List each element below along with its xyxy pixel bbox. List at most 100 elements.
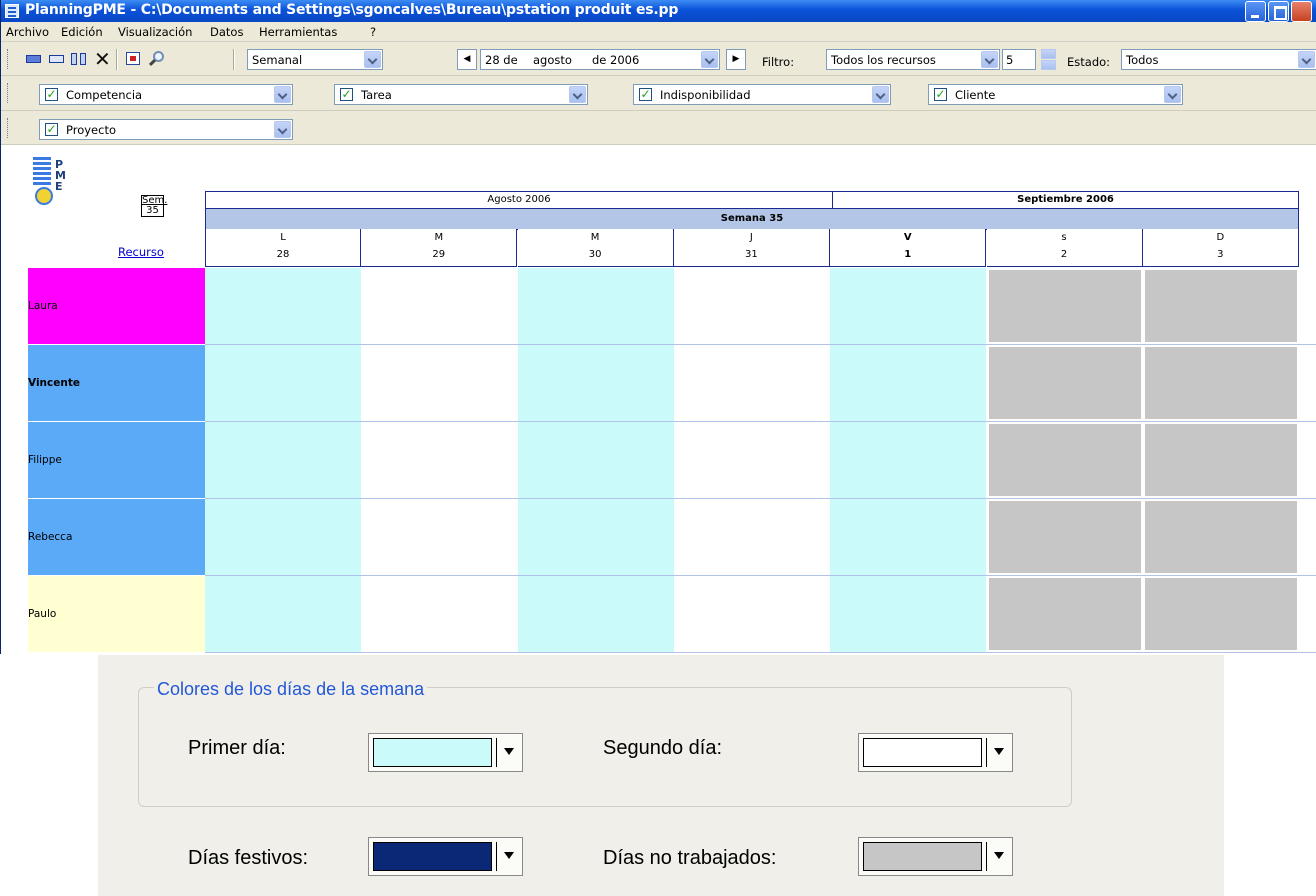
next-date-button[interactable]: ▶ [726,49,746,70]
add-task-icon[interactable] [25,51,43,67]
resource-cell[interactable]: Rebecca [28,499,205,575]
chevron-down-icon[interactable] [274,86,291,103]
schedule-slot[interactable] [830,422,987,498]
properties-icon[interactable] [125,51,143,67]
schedule-slot[interactable] [830,499,987,575]
filter-resources-select[interactable]: Todos los recursos [826,49,1000,70]
schedule-slot[interactable] [361,422,518,498]
menu-datos[interactable]: Datos [210,25,243,39]
schedule-slot[interactable] [517,268,674,344]
schedule-slot[interactable] [673,576,830,652]
search-icon[interactable] [148,51,166,67]
proyecto-filter[interactable]: ✓ Proyecto [39,119,293,140]
schedule-slot[interactable] [517,499,674,575]
schedule-slot[interactable] [1142,499,1299,575]
chevron-down-icon[interactable] [364,51,381,68]
schedule-slot[interactable] [517,422,674,498]
schedule-slot[interactable] [986,268,1143,344]
schedule-slot[interactable] [673,499,830,575]
schedule-slot[interactable] [673,268,830,344]
checkbox-checked-icon[interactable]: ✓ [340,88,353,101]
chevron-down-icon[interactable] [1298,51,1315,68]
day-header: D3 [1142,229,1299,267]
dias-festivos-color-picker[interactable] [368,837,523,876]
schedule-slot[interactable] [1142,345,1299,421]
toolbar-grip[interactable] [7,83,10,103]
menu-help[interactable]: ? [370,25,376,39]
checkbox-checked-icon[interactable]: ✓ [45,88,58,101]
toolbar-grip[interactable] [7,118,10,138]
checkbox-checked-icon[interactable]: ✓ [45,123,58,136]
sem-number[interactable]: 35 [142,206,163,216]
dropdown-arrow-icon[interactable] [504,748,514,755]
dropdown-arrow-icon[interactable] [994,852,1004,859]
recurso-link[interactable]: Recurso [118,245,164,259]
view-mode-select[interactable]: Semanal [247,49,383,70]
week-navigator[interactable]: Sem. 35 [141,195,167,217]
menu-herramientas[interactable]: Herramientas [259,25,337,39]
dias-no-trabajados-color-picker[interactable] [858,837,1013,876]
count-spin-arrows[interactable] [1041,49,1056,70]
month-header-agosto: Agosto 2006 [205,191,833,209]
primer-dia-color-picker[interactable] [368,733,523,772]
schedule-slot[interactable] [830,576,987,652]
split-task-icon[interactable] [71,51,89,67]
schedule-slot[interactable] [361,345,518,421]
schedule-slot[interactable] [1142,422,1299,498]
dropdown-arrow-icon[interactable] [994,748,1004,755]
schedule-slot[interactable] [205,422,361,498]
date-picker[interactable]: 28 de agosto de 2006 [480,49,720,70]
menu-archivo[interactable]: Archivo [6,25,49,39]
schedule-slot[interactable] [986,422,1143,498]
maximize-button[interactable] [1268,1,1289,22]
resource-cell[interactable]: Filippe [28,422,205,498]
schedule-slot[interactable] [517,576,674,652]
schedule-slot[interactable] [205,268,361,344]
dropdown-arrow-icon[interactable] [504,852,514,859]
schedule-slot[interactable] [986,576,1143,652]
chevron-down-icon[interactable] [872,86,889,103]
month-header-septiembre: Septiembre 2006 [832,191,1299,209]
schedule-slot[interactable] [361,268,518,344]
competencia-filter[interactable]: ✓ Competencia [39,84,293,105]
schedule-slot[interactable] [673,422,830,498]
schedule-slot[interactable] [205,499,361,575]
checkbox-checked-icon[interactable]: ✓ [934,88,947,101]
toolbar-grip[interactable] [7,49,10,69]
segundo-dia-color-picker[interactable] [858,733,1013,772]
schedule-slot[interactable] [830,345,987,421]
add-unavailability-icon[interactable] [48,51,66,67]
tarea-filter[interactable]: ✓ Tarea [334,84,588,105]
schedule-slot[interactable] [361,576,518,652]
menu-edicion[interactable]: Edición [61,25,103,39]
chevron-down-icon[interactable] [701,51,718,68]
schedule-slot[interactable] [986,499,1143,575]
schedule-slot[interactable] [673,345,830,421]
schedule-slot[interactable] [1142,268,1299,344]
schedule-slot[interactable] [205,345,361,421]
resource-cell[interactable]: Vincente [28,345,205,421]
day-header: M 29 [361,229,518,267]
resource-cell[interactable]: Paulo [28,576,205,652]
count-stepper[interactable]: 5 [1002,49,1036,70]
chevron-down-icon[interactable] [274,121,291,138]
schedule-slot[interactable] [830,268,987,344]
estado-select[interactable]: Todos [1121,49,1316,70]
chevron-down-icon[interactable] [981,51,998,68]
schedule-slot[interactable] [361,499,518,575]
chevron-down-icon[interactable] [569,86,586,103]
resource-cell[interactable]: Laura [28,268,205,344]
cliente-filter[interactable]: ✓ Cliente [928,84,1183,105]
schedule-slot[interactable] [1142,576,1299,652]
chevron-down-icon[interactable] [1164,86,1181,103]
indisponibilidad-filter[interactable]: ✓ Indisponibilidad [633,84,891,105]
schedule-slot[interactable] [205,576,361,652]
previous-date-button[interactable]: ◀ [457,49,477,70]
checkbox-checked-icon[interactable]: ✓ [639,88,652,101]
schedule-slot[interactable] [986,345,1143,421]
close-button[interactable] [1291,1,1312,22]
delete-icon[interactable]: ✕ [94,49,112,69]
menu-visualizacion[interactable]: Visualización [118,25,192,39]
minimize-button[interactable] [1245,1,1266,22]
schedule-slot[interactable] [517,345,674,421]
